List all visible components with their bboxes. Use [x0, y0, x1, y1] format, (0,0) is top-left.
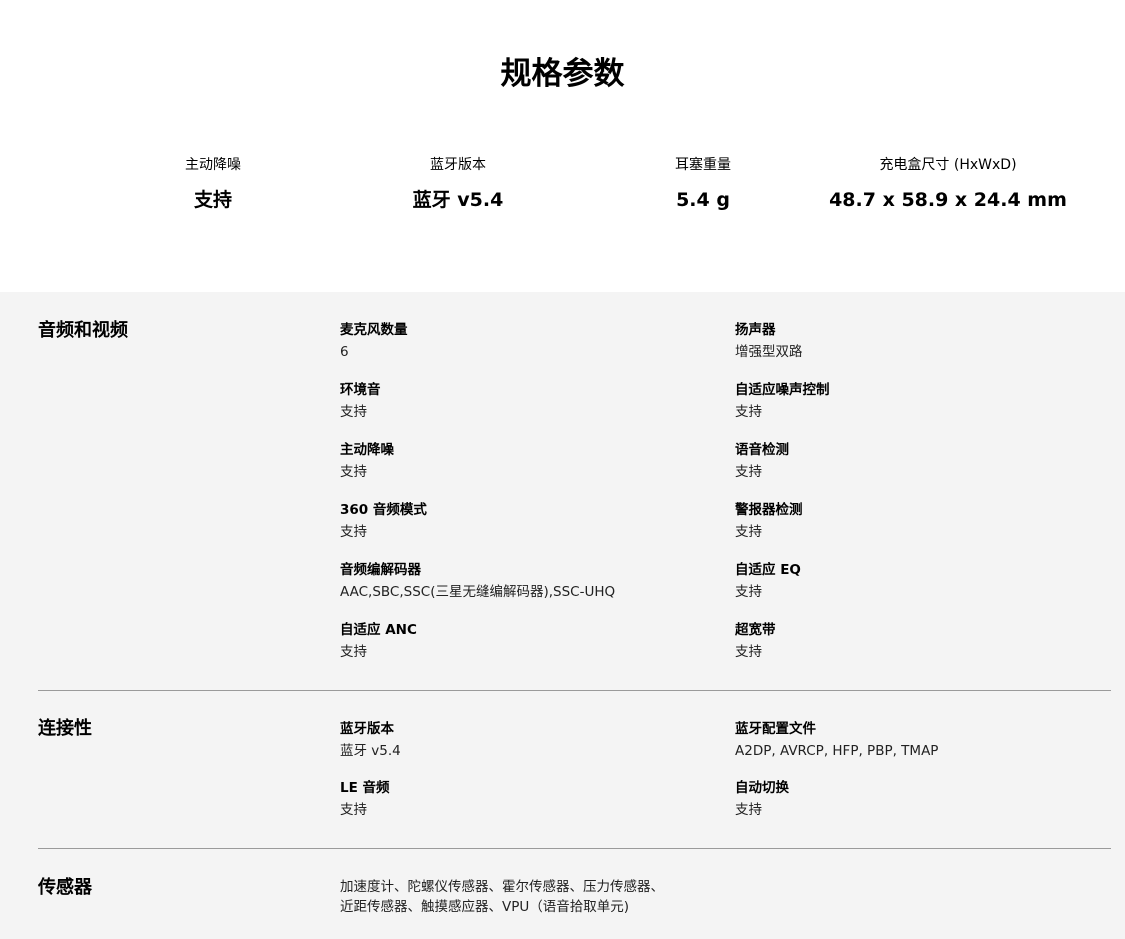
highlight-value: 48.7 x 58.9 x 24.4 mm [829, 189, 1067, 211]
spec-value: 支持 [735, 524, 762, 540]
spec-name: 自适应 EQ [735, 562, 801, 578]
spec-name: 360 音频模式 [340, 502, 427, 518]
spec-item-anc: 主动降噪 支持 [340, 440, 720, 482]
spec-value: 支持 [340, 464, 367, 480]
section-title-sensors: 传感器 [38, 877, 92, 898]
spec-value: A2DP, AVRCP, HFP, PBP, TMAP [735, 743, 939, 759]
spec-item-ambient-sound: 环境音 支持 [340, 380, 720, 422]
spec-name: LE 音频 [340, 780, 390, 796]
spec-item-speaker: 扬声器 增强型双路 [735, 320, 1115, 362]
spec-value: 支持 [735, 644, 762, 660]
spec-name: 警报器检测 [735, 502, 803, 518]
spec-item-auto-switch: 自动切换 支持 [735, 778, 1115, 820]
spec-value: 蓝牙 v5.4 [340, 743, 401, 759]
spec-value: 支持 [735, 464, 762, 480]
spec-name: 音频编解码器 [340, 562, 421, 578]
sensor-line: 加速度计、陀螺仪传感器、霍尔传感器、压力传感器、 [340, 879, 664, 895]
highlight-bluetooth: 蓝牙版本 蓝牙 v5.4 [358, 153, 558, 213]
section-divider [38, 848, 1111, 849]
highlight-label: 主动降噪 [185, 157, 241, 173]
sensor-list: 加速度计、陀螺仪传感器、霍尔传感器、压力传感器、 近距传感器、触摸感应器、VPU… [340, 877, 760, 917]
spec-item-mic-count: 麦克风数量 6 [340, 320, 720, 362]
highlight-anc: 主动降噪 支持 [113, 153, 313, 213]
highlight-label: 充电盒尺寸 (HxWxD) [879, 157, 1017, 173]
spec-item-siren-detect: 警报器检测 支持 [735, 500, 1115, 542]
highlight-label: 耳塞重量 [675, 157, 731, 173]
spec-item-adaptive-anc: 自适应 ANC 支持 [340, 620, 720, 662]
spec-value: 支持 [340, 802, 367, 818]
spec-item-360-audio: 360 音频模式 支持 [340, 500, 720, 542]
spec-value: 支持 [735, 584, 762, 600]
sensor-line: 近距传感器、触摸感应器、VPU（语音拾取单元) [340, 899, 630, 915]
spec-name: 主动降噪 [340, 442, 394, 458]
spec-value: 支持 [340, 404, 367, 420]
spec-details: 音频和视频 麦克风数量 6 扬声器 增强型双路 环境音 支持 自适应噪声控制 支… [0, 292, 1125, 939]
spec-header: 规格参数 主动降噪 支持 蓝牙版本 蓝牙 v5.4 耳塞重量 5.4 g 充电盒… [0, 0, 1125, 292]
spec-name: 自适应 ANC [340, 622, 417, 638]
highlight-case-size: 充电盒尺寸 (HxWxD) 48.7 x 58.9 x 24.4 mm [818, 153, 1078, 213]
spec-item-uwb: 超宽带 支持 [735, 620, 1115, 662]
spec-item-adaptive-noise-control: 自适应噪声控制 支持 [735, 380, 1115, 422]
highlight-value: 支持 [193, 189, 232, 211]
highlight-value: 5.4 g [676, 189, 730, 211]
highlight-value: 蓝牙 v5.4 [412, 189, 504, 211]
spec-item-audio-codec: 音频编解码器 AAC,SBC,SSC(三星无缝编解码器),SSC-UHQ [340, 560, 720, 602]
spec-name: 蓝牙版本 [340, 721, 394, 737]
spec-item-bluetooth-version: 蓝牙版本 蓝牙 v5.4 [340, 719, 720, 761]
highlight-label: 蓝牙版本 [430, 157, 486, 173]
spec-name: 麦克风数量 [340, 322, 408, 338]
spec-name: 语音检测 [735, 442, 789, 458]
spec-name: 超宽带 [735, 622, 776, 638]
section-title-connectivity: 连接性 [38, 718, 92, 739]
spec-name: 扬声器 [735, 322, 776, 338]
spec-item-bluetooth-profiles: 蓝牙配置文件 A2DP, AVRCP, HFP, PBP, TMAP [735, 719, 1115, 761]
spec-item-adaptive-eq: 自适应 EQ 支持 [735, 560, 1115, 602]
spec-value: AAC,SBC,SSC(三星无缝编解码器),SSC-UHQ [340, 584, 616, 600]
section-divider [38, 690, 1111, 691]
page-title: 规格参数 [500, 56, 625, 92]
spec-name: 蓝牙配置文件 [735, 721, 816, 737]
spec-name: 自适应噪声控制 [735, 382, 830, 398]
spec-value: 增强型双路 [735, 344, 803, 360]
spec-value: 支持 [340, 524, 367, 540]
spec-name: 自动切换 [735, 780, 789, 796]
spec-value: 支持 [735, 802, 762, 818]
spec-name: 环境音 [340, 382, 381, 398]
spec-item-le-audio: LE 音频 支持 [340, 778, 720, 820]
spec-item-voice-detect: 语音检测 支持 [735, 440, 1115, 482]
spec-value: 支持 [735, 404, 762, 420]
highlight-weight: 耳塞重量 5.4 g [603, 153, 803, 213]
section-title-audio-video: 音频和视频 [38, 320, 128, 341]
spec-value: 支持 [340, 644, 367, 660]
spec-value: 6 [340, 344, 349, 360]
